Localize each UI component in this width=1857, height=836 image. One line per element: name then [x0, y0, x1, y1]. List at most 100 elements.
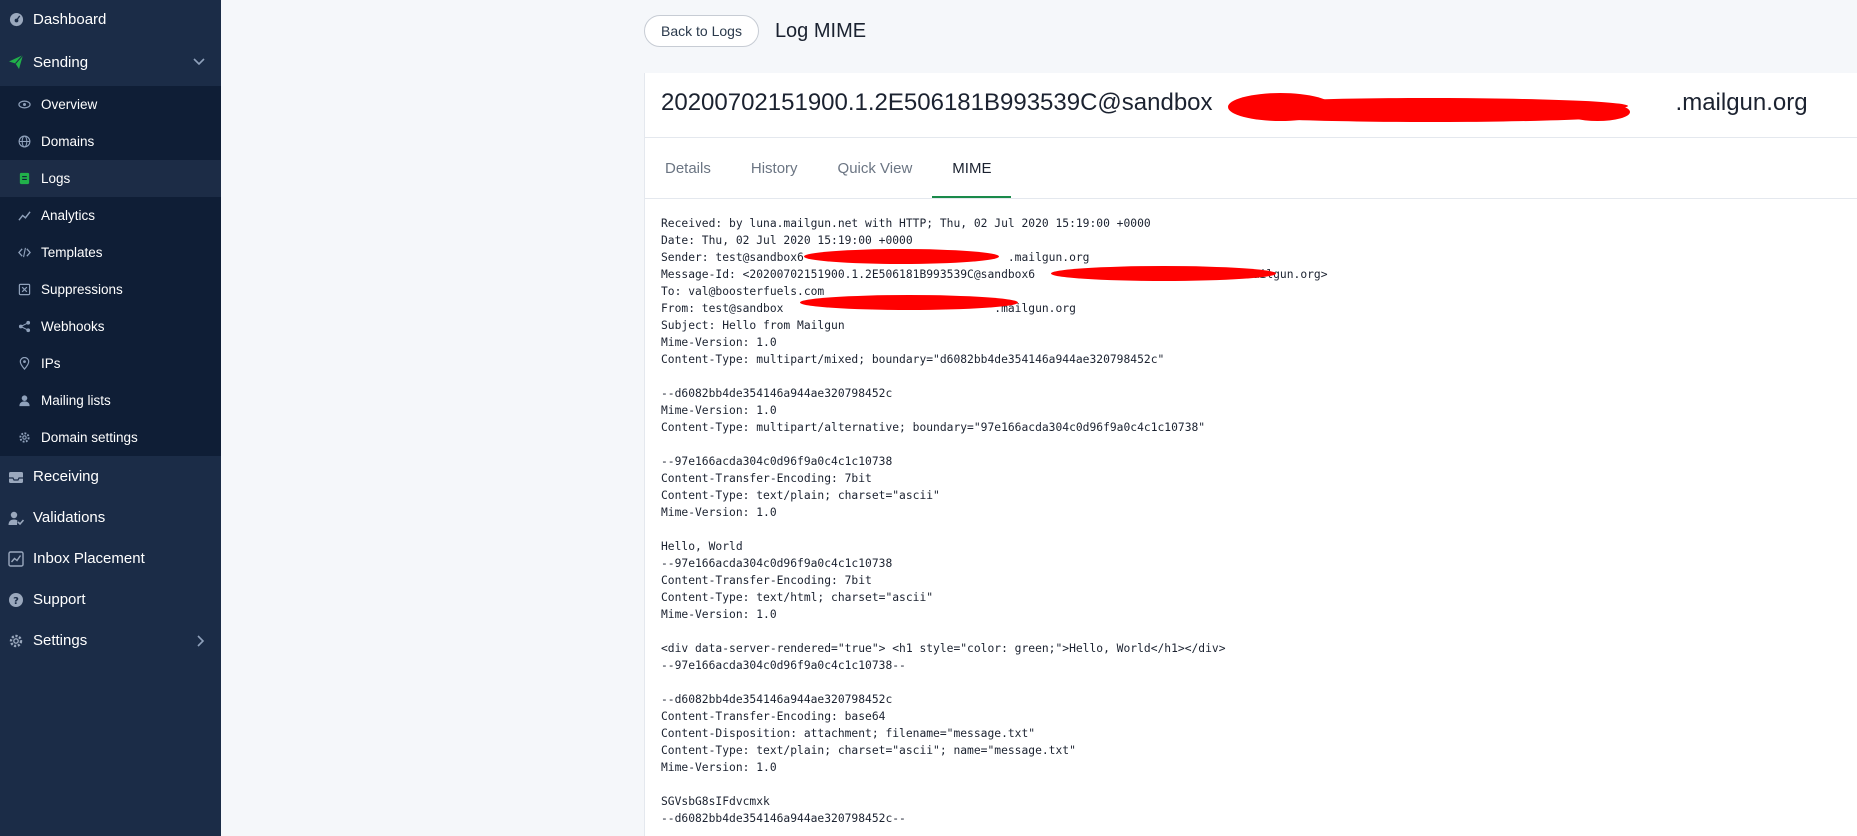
redaction-mark: [800, 295, 1018, 310]
tabs-divider: [645, 198, 1857, 199]
mime-line: To: val@boosterfuels.com: [661, 285, 825, 298]
sidebar: Dashboard Sending Overview Domains Logs …: [0, 0, 221, 836]
redaction-mark: [1228, 93, 1333, 121]
nav-receiving-label: Receiving: [33, 468, 99, 485]
logs-icon: [18, 172, 31, 185]
subnav-item-label: IPs: [41, 356, 61, 371]
mime-line: Content-Type: multipart/mixed; boundary=…: [661, 353, 1165, 366]
tab-details[interactable]: Details: [645, 138, 731, 198]
nav-inbox-placement[interactable]: Inbox Placement: [0, 538, 221, 579]
back-to-logs-button[interactable]: Back to Logs: [644, 15, 759, 47]
tab-history[interactable]: History: [731, 138, 818, 198]
mime-line: Content-Disposition: attachment; filenam…: [661, 727, 1036, 740]
redaction-mark: [1051, 266, 1276, 281]
dashboard-icon: [8, 11, 24, 27]
mime-line: Mime-Version: 1.0: [661, 336, 777, 349]
subnav-item-label: Mailing lists: [41, 393, 111, 408]
mime-line: <div data-server-rendered="true"> <h1 st…: [661, 642, 1226, 655]
paper-plane-icon: [8, 54, 24, 70]
user-icon: [18, 394, 31, 407]
subnav-item-analytics[interactable]: Analytics: [0, 197, 221, 234]
globe-icon: [18, 135, 31, 148]
subnav-item-overview[interactable]: Overview: [0, 86, 221, 123]
nav-support-label: Support: [33, 591, 86, 608]
mime-line: Subject: Hello from Mailgun: [661, 319, 845, 332]
mime-line: Content-Transfer-Encoding: 7bit: [661, 472, 872, 485]
subnav-item-label: Overview: [41, 97, 98, 112]
svg-text:?: ?: [13, 596, 19, 607]
nav-dashboard-label: Dashboard: [33, 10, 107, 28]
subnav-item-label: Webhooks: [41, 319, 105, 334]
mime-line: --97e166acda304c0d96f9a0c4c1c10738: [661, 557, 893, 570]
tab-quick-view[interactable]: Quick View: [818, 138, 933, 198]
page-header: Back to Logs Log MIME: [644, 15, 866, 47]
log-detail-card: 20200702151900.1.2E506181B993539C@sandbo…: [644, 73, 1857, 836]
question-icon: ?: [8, 592, 24, 608]
nav-receiving[interactable]: Receiving: [0, 456, 221, 497]
code-icon: [18, 246, 31, 259]
nav-inbox-placement-label: Inbox Placement: [33, 550, 145, 567]
mime-line: Content-Type: multipart/alternative; bou…: [661, 421, 1206, 434]
message-id-suffix: .mailgun.org: [1675, 89, 1808, 116]
settings-gear-icon: [8, 633, 24, 649]
mime-line: SGVsbG8sIFdvcmxk: [661, 795, 770, 808]
mime-line: Mime-Version: 1.0: [661, 404, 777, 417]
mime-line: Mime-Version: 1.0: [661, 608, 777, 621]
mime-line: --d6082bb4de354146a944ae320798452c: [661, 387, 893, 400]
mime-line: --97e166acda304c0d96f9a0c4c1c10738: [661, 455, 893, 468]
location-pin-icon: [18, 357, 31, 370]
subnav-item-ips[interactable]: IPs: [0, 345, 221, 382]
analytics-icon: [18, 209, 31, 222]
mime-line: Content-Type: text/plain; charset="ascii…: [661, 489, 940, 502]
mime-line: --d6082bb4de354146a944ae320798452c--: [661, 812, 906, 825]
mime-line: Hello, World: [661, 540, 743, 553]
subnav-item-label: Domains: [41, 134, 95, 149]
subnav-item-label: Logs: [41, 171, 71, 186]
subnav-item-logs[interactable]: Logs: [0, 160, 221, 197]
mime-line: --97e166acda304c0d96f9a0c4c1c10738--: [661, 659, 906, 672]
inbox-icon: [8, 469, 24, 485]
nav-settings[interactable]: Settings: [0, 620, 221, 661]
chevron-right-icon[interactable]: [197, 634, 205, 647]
chevron-down-icon[interactable]: [193, 58, 205, 66]
subnav-item-suppressions[interactable]: Suppressions: [0, 271, 221, 308]
subnav-item-label: Domain settings: [41, 430, 138, 445]
redaction-mark: [804, 249, 999, 264]
subnav-item-label: Templates: [41, 245, 103, 260]
mime-line: Mime-Version: 1.0: [661, 506, 777, 519]
suppressions-icon: [18, 283, 31, 296]
redaction-mark: [1565, 103, 1630, 121]
mime-line: Content-Transfer-Encoding: base64: [661, 710, 886, 723]
subnav-item-domain-settings[interactable]: Domain settings: [0, 419, 221, 456]
gear-icon: [18, 431, 31, 444]
nav-sending[interactable]: Sending: [0, 38, 221, 86]
mime-line: Received: by luna.mailgun.net with HTTP;…: [661, 217, 1151, 230]
subnav-item-label: Analytics: [41, 208, 96, 223]
webhooks-icon: [18, 320, 31, 333]
mime-line: Content-Transfer-Encoding: 7bit: [661, 574, 872, 587]
nav-support[interactable]: ? Support: [0, 579, 221, 620]
mime-line: Content-Type: text/html; charset="ascii": [661, 591, 934, 604]
subnav-item-templates[interactable]: Templates: [0, 234, 221, 271]
nav-validations-label: Validations: [33, 509, 106, 526]
inbox-placement-icon: [8, 550, 24, 567]
subnav-item-mailing-lists[interactable]: Mailing lists: [0, 382, 221, 419]
nav-dashboard[interactable]: Dashboard: [0, 0, 221, 38]
mime-line: Date: Thu, 02 Jul 2020 15:19:00 +0000: [661, 234, 913, 247]
user-check-icon: [8, 510, 24, 526]
subnav-item-domains[interactable]: Domains: [0, 123, 221, 160]
nav-settings-label: Settings: [33, 632, 88, 649]
subnav-item-label: Suppressions: [41, 282, 123, 297]
page-title: Log MIME: [774, 19, 867, 42]
nav-sending-label: Sending: [33, 53, 89, 71]
tab-mime[interactable]: MIME: [932, 138, 1012, 198]
sending-subnav: Overview Domains Logs Analytics Template…: [0, 86, 221, 456]
mime-line: Content-Type: text/plain; charset="ascii…: [661, 744, 1076, 757]
mime-line: Mime-Version: 1.0: [661, 761, 777, 774]
mime-line: --d6082bb4de354146a944ae320798452c: [661, 693, 893, 706]
subnav-item-webhooks[interactable]: Webhooks: [0, 308, 221, 345]
message-id-prefix: 20200702151900.1.2E506181B993539C@sandbo…: [661, 89, 1213, 116]
nav-validations[interactable]: Validations: [0, 497, 221, 538]
eye-icon: [18, 98, 31, 111]
tab-bar: Details History Quick View MIME: [645, 138, 1012, 198]
